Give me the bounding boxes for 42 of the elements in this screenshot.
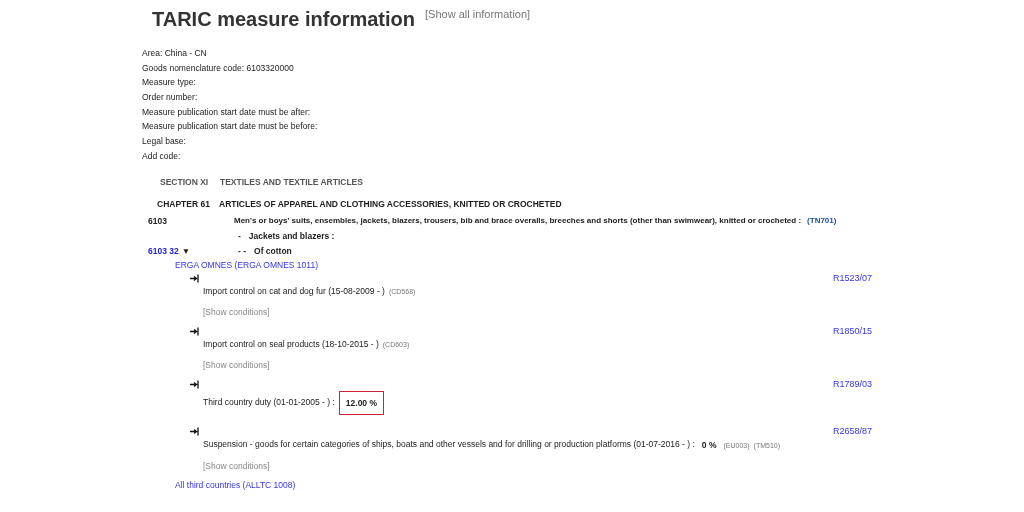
- chapter-code: CHAPTER 61: [156, 197, 211, 211]
- regulation-link[interactable]: R2658/87: [832, 426, 872, 436]
- show-all-information-link[interactable]: [Show all information]: [425, 8, 531, 20]
- regulation-link[interactable]: R1850/15: [832, 326, 872, 336]
- subheading-description: Of cotton: [254, 244, 292, 258]
- measure-description: Third country duty (01-01-2005 - ) :: [203, 396, 335, 409]
- show-conditions-link[interactable]: [Show conditions]: [190, 305, 872, 319]
- show-conditions-link[interactable]: [Show conditions]: [190, 459, 872, 473]
- search-criterion: Legal base:: [142, 135, 187, 149]
- search-criterion: Goods nomenclature code: 6103320000: [142, 61, 295, 75]
- arrow-to-bar-icon: [190, 326, 199, 336]
- arrow-to-bar-icon: [190, 426, 199, 436]
- search-criterion: Area: China - CN: [142, 47, 208, 60]
- arrow-to-bar-icon: [190, 273, 199, 283]
- indent-dashes: -: [238, 229, 241, 243]
- geographical-area-link[interactable]: ERGA OMNES (ERGA OMNES 1011): [142, 258, 872, 272]
- section-description: TEXTILES AND TEXTILE ARTICLES: [220, 175, 363, 189]
- regulation-link[interactable]: R1789/03: [832, 379, 872, 389]
- arrow-to-bar-icon: [190, 379, 199, 389]
- regulation-link[interactable]: R1523/07: [832, 273, 872, 283]
- footnote-link[interactable]: (TN701): [807, 213, 837, 228]
- duty-rate: 12.00 %: [338, 390, 384, 415]
- heading-code: 6103: [147, 214, 168, 228]
- commodity-code-link[interactable]: 6103 32: [148, 243, 179, 258]
- show-conditions-link[interactable]: [Show conditions]: [190, 358, 872, 372]
- section-code: SECTION XI: [159, 175, 210, 189]
- page-title: TARIC measure information: [152, 7, 415, 32]
- indent-dashes: - -: [238, 244, 247, 258]
- geographical-area-link[interactable]: All third countries (ALLTC 1008): [142, 478, 872, 492]
- expand-toggle[interactable]: ▼: [181, 243, 191, 258]
- search-criterion: Measure publication start date must be after:: [142, 105, 312, 119]
- measure-description: Import control on seal products (18-10-2015 - ): [203, 337, 379, 351]
- search-criterion: Measure publication start date must be before:: [142, 120, 319, 134]
- measure-description: Suspension - goods for certain categories of ships, boats and other vessels and for drilling or production platforms (01-07-2016 - ) :: [203, 438, 695, 451]
- search-criterion: Add code:: [142, 149, 182, 163]
- measure-description: Import control on cat and dog fur (15-08-2009 - ): [203, 284, 385, 298]
- heading-description: Men's or boys' suits, ensembles, jackets, blazers, trousers, bib and brace overalls, breeches and shorts (other than swimwear), knitted or crocheted :: [234, 214, 802, 227]
- chapter-description: ARTICLES OF APPAREL AND CLOTHING ACCESSORIES, KNITTED OR CROCHETED: [219, 197, 562, 211]
- duty-rate: 0 %: [700, 438, 718, 452]
- subheading-description: Jackets and blazers :: [248, 229, 335, 243]
- search-criterion: Measure type:: [142, 76, 197, 90]
- search-criterion: Order number:: [142, 91, 199, 105]
